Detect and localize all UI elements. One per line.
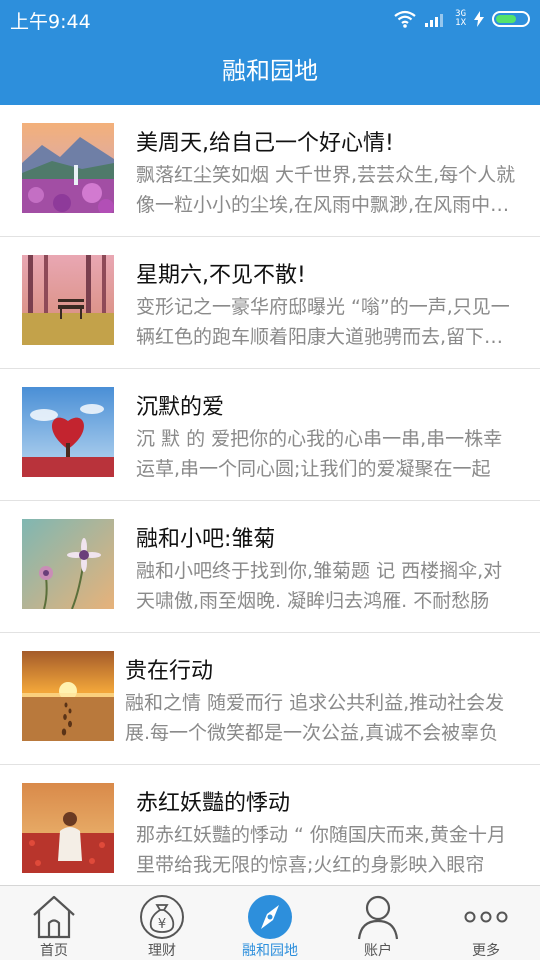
article-title: 融和小吧:雏菊 xyxy=(136,527,276,552)
article-list[interactable]: 美周天,给自己一个好心情! 飘落红尘笑如烟 大千世界,芸芸众生,每个人就像一粒小… xyxy=(0,105,540,885)
heart-tree-image xyxy=(22,387,114,477)
status-icons: 3G 1X xyxy=(393,8,530,30)
bench-forest-image xyxy=(22,255,114,345)
nav-label: 更多 xyxy=(472,943,500,959)
nav-label: 融和园地 xyxy=(242,943,298,959)
home-icon xyxy=(29,891,79,941)
article-item[interactable]: 融和小吧:雏菊 融和小吧终于找到你,雏菊题 记 西楼搁伞,对天啸傲,雨至烟晚. … xyxy=(0,501,540,633)
status-bar: 上午9:44 3G 1X xyxy=(0,0,540,38)
nav-item-finance[interactable]: ¥ 理财 xyxy=(108,886,216,960)
nav-item-garden[interactable]: 融和园地 xyxy=(216,886,324,960)
article-summary: 沉 默 的 爱把你的心我的心串一串,串一株幸运草,串一个同心圆;让我们的爱凝聚在… xyxy=(136,428,503,480)
network-type-bottom: 1X xyxy=(455,18,466,28)
sunset-footprints-image xyxy=(22,651,114,741)
article-title: 贵在行动 xyxy=(125,659,214,684)
article-summary: 融和之情 随爱而行 追求公共利益,推动社会发展.每一个微笑都是一次公益,真诚不会… xyxy=(125,692,505,744)
article-title: 沉默的爱 xyxy=(136,395,225,420)
money-bag-icon: ¥ xyxy=(137,891,187,941)
daisy-flower-image xyxy=(22,519,114,609)
page-title: 融和园地 xyxy=(222,57,318,85)
svg-text:¥: ¥ xyxy=(158,917,166,932)
charging-icon xyxy=(474,11,484,27)
article-title: 星期六,不见不散! xyxy=(136,263,306,288)
compass-icon xyxy=(245,891,295,941)
bottom-nav: 首页 ¥ 理财 融和园地 账户 更多 xyxy=(0,885,540,960)
user-icon xyxy=(353,891,403,941)
network-type: 3G 1X xyxy=(455,10,466,28)
article-summary: 那赤红妖豔的悸动 “ 你随国庆而来,黄金十月里带给我无限的惊喜;火红的身影映入眼… xyxy=(136,824,506,876)
article-item[interactable]: 沉默的爱 沉 默 的 爱把你的心我的心串一串,串一株幸运草,串一个同心圆;让我们… xyxy=(0,369,540,501)
nav-label: 理财 xyxy=(148,943,176,959)
article-item[interactable]: 赤红妖豔的悸动 那赤红妖豔的悸动 “ 你随国庆而来,黄金十月里带给我无限的惊喜;… xyxy=(0,765,540,885)
article-summary: 变形记之一豪华府邸曝光 “嗡”的一声,只见一辆红色的跑车顺着阳康大道驰骋而去,留… xyxy=(136,296,510,348)
girl-poppy-field-image xyxy=(22,783,114,873)
title-bar: 融和园地 xyxy=(0,38,540,105)
article-title: 美周天,给自己一个好心情! xyxy=(136,131,394,156)
battery-icon xyxy=(492,11,530,27)
wifi-icon xyxy=(394,10,416,28)
article-item[interactable]: 美周天,给自己一个好心情! 飘落红尘笑如烟 大千世界,芸芸众生,每个人就像一粒小… xyxy=(0,105,540,237)
mountain-flowers-image xyxy=(22,123,114,213)
article-title: 赤红妖豔的悸动 xyxy=(136,791,291,816)
status-time: 上午9:44 xyxy=(10,11,91,33)
nav-label: 首页 xyxy=(40,943,68,959)
nav-item-more[interactable]: 更多 xyxy=(432,886,540,960)
nav-item-account[interactable]: 账户 xyxy=(324,886,432,960)
article-item[interactable]: 星期六,不见不散! 变形记之一豪华府邸曝光 “嗡”的一声,只见一辆红色的跑车顺着… xyxy=(0,237,540,369)
article-summary: 融和小吧终于找到你,雏菊题 记 西楼搁伞,对天啸傲,雨至烟晚. 凝眸归去鸿雁. … xyxy=(136,560,503,612)
nav-item-home[interactable]: 首页 xyxy=(0,886,108,960)
more-dots-icon xyxy=(461,891,511,941)
battery-level xyxy=(496,15,516,23)
signal-icon xyxy=(425,14,444,27)
article-summary: 飘落红尘笑如烟 大千世界,芸芸众生,每个人就像一粒小小的尘埃,在风雨中飘渺,在风… xyxy=(136,164,516,216)
article-item[interactable]: 贵在行动 融和之情 随爱而行 追求公共利益,推动社会发展.每一个微笑都是一次公益… xyxy=(0,633,540,765)
nav-label: 账户 xyxy=(364,943,392,959)
